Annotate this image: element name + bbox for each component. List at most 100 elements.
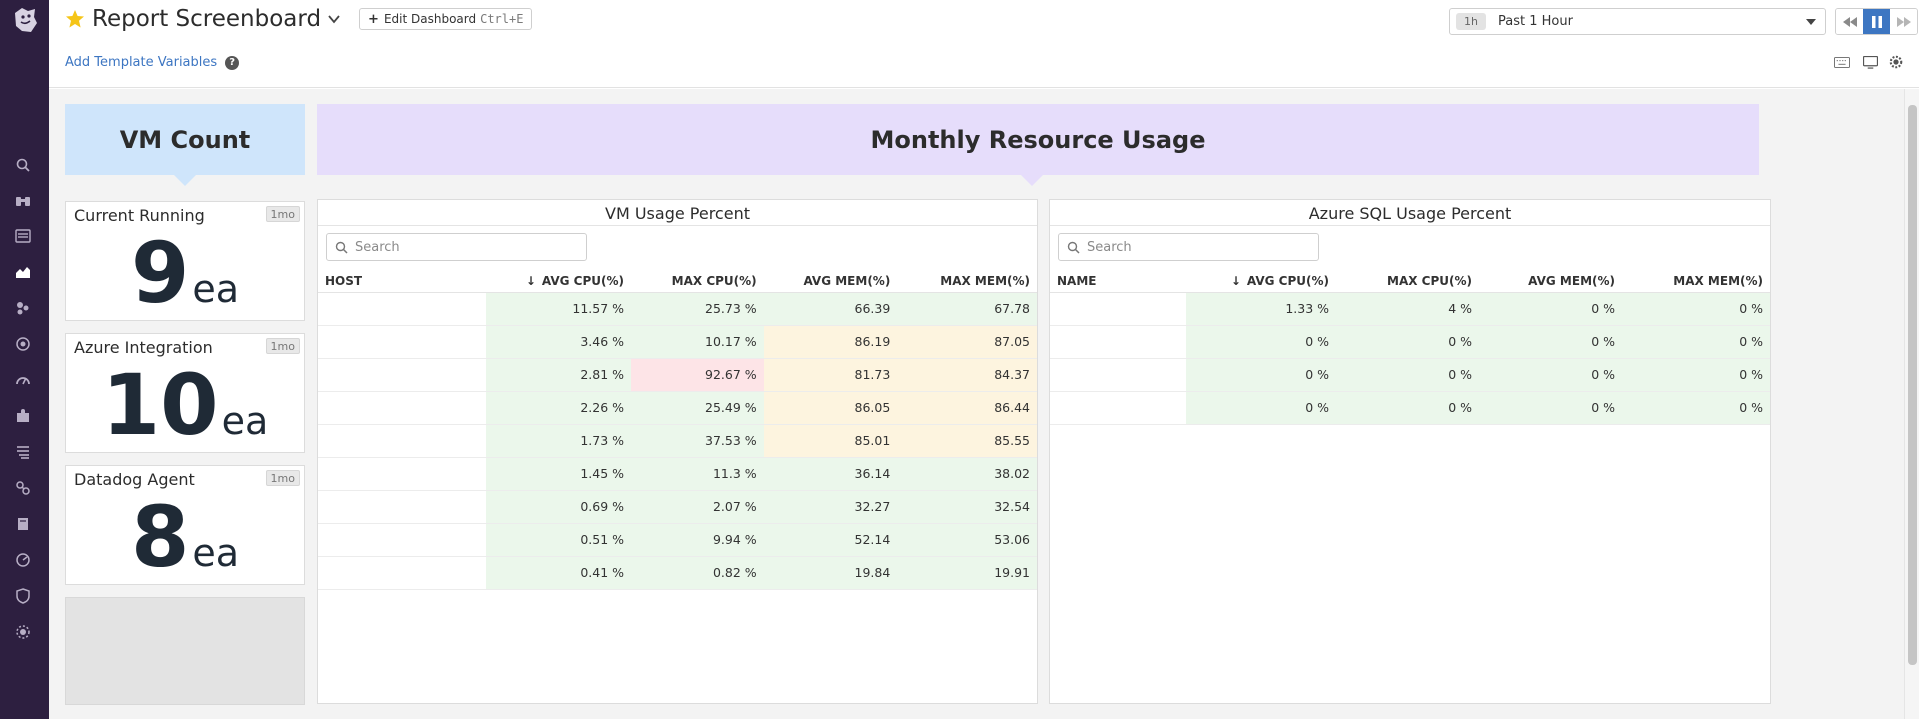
divider — [318, 225, 1037, 226]
table-cell: 67.78 — [897, 292, 1037, 326]
table-cell-name — [1050, 292, 1186, 326]
table-cell: 0 % — [1186, 325, 1336, 359]
dashboard-title[interactable]: Report Screenboard — [92, 6, 321, 32]
table-row[interactable]: 0 % 0 % 0 % 0 % — [1050, 358, 1770, 392]
table-row[interactable]: 11.57 % 25.73 % 66.39 67.78 — [318, 292, 1037, 326]
table-row[interactable]: 2.81 % 92.67 % 81.73 84.37 — [318, 358, 1037, 392]
dashboards-icon[interactable] — [13, 263, 33, 281]
vm-count-note: VM Count — [65, 104, 305, 175]
widget-title: Current Running — [74, 206, 205, 225]
column-header[interactable]: MAX CPU(%) — [631, 270, 764, 293]
table-row[interactable]: 3.46 % 10.17 % 86.19 87.05 — [318, 325, 1037, 359]
table-cell-name — [318, 358, 487, 392]
vertical-scrollbar[interactable] — [1904, 89, 1919, 719]
query-value-datadog-agent[interactable]: Datadog Agent 1mo 8 ea — [65, 465, 305, 585]
table-cell: 0.69 % — [486, 490, 632, 524]
table-row[interactable]: 0.41 % 0.82 % 19.84 19.91 — [318, 556, 1037, 590]
rewind-button[interactable] — [1836, 9, 1863, 34]
apm-gauge-icon[interactable] — [13, 371, 33, 389]
logs-icon[interactable] — [13, 443, 33, 461]
table-row[interactable]: 0 % 0 % 0 % 0 % — [1050, 325, 1770, 359]
search-icon[interactable] — [13, 156, 33, 174]
table-cell: 32.27 — [763, 490, 898, 524]
table-cell: 0 % — [1336, 391, 1479, 425]
synthetics-icon[interactable] — [13, 551, 33, 569]
column-header[interactable]: NAME — [1050, 270, 1186, 293]
add-template-variables-link[interactable]: Add Template Variables ? — [65, 55, 240, 70]
edit-dashboard-label: Edit Dashboard — [383, 12, 477, 26]
time-range-picker[interactable]: 1h Past 1 Hour — [1449, 8, 1826, 35]
column-header[interactable]: MAX MEM(%) — [1622, 270, 1770, 293]
edit-dashboard-button[interactable]: + Edit Dashboard Ctrl+E — [359, 8, 533, 30]
table-cell: 37.53 % — [631, 424, 764, 458]
column-header[interactable]: HOST — [318, 270, 487, 293]
table-cell: 0 % — [1622, 391, 1770, 425]
integrations-puzzle-icon[interactable] — [13, 407, 33, 425]
table-cell: 0.41 % — [486, 556, 632, 590]
table-row[interactable]: 0.69 % 2.07 % 32.27 32.54 — [318, 490, 1037, 524]
sql-usage-table-widget[interactable]: Azure SQL Usage Percent Search NAME ↓ AVG… — [1049, 199, 1771, 704]
plus-icon: + — [368, 11, 379, 27]
column-header[interactable]: MAX MEM(%) — [897, 270, 1037, 293]
vm-usage-table-widget[interactable]: VM Usage Percent Search HOST ↓ AVG CPU(%)… — [317, 199, 1038, 704]
note-pointer — [174, 175, 196, 186]
table-cell: 86.44 — [897, 391, 1037, 425]
column-header-sorted[interactable]: ↓ AVG CPU(%) — [1186, 270, 1336, 293]
query-value-azure-integration[interactable]: Azure Integration 1mo 10 ea — [65, 333, 305, 453]
time-range-label: Past 1 Hour — [1497, 14, 1573, 29]
table-cell: 11.3 % — [631, 457, 764, 491]
search-input[interactable]: Search — [326, 233, 587, 261]
table-cell: 11.57 % — [486, 292, 632, 326]
infrastructure-icon[interactable] — [13, 299, 33, 317]
column-header[interactable]: AVG MEM(%) — [1479, 270, 1622, 293]
table-row[interactable]: 1.45 % 11.3 % 36.14 38.02 — [318, 457, 1037, 491]
playback-controls — [1835, 8, 1918, 35]
value-unit: ea — [192, 531, 240, 575]
table-cell: 0 % — [1336, 325, 1479, 359]
help-icon[interactable]: ? — [225, 55, 240, 70]
query-value-current-running[interactable]: Current Running 1mo 9 ea — [65, 201, 305, 321]
fast-forward-button[interactable] — [1890, 9, 1917, 34]
sql-usage-table: NAME ↓ AVG CPU(%) MAX CPU(%) AVG MEM(%) M… — [1050, 270, 1770, 425]
table-cell-name — [1050, 358, 1186, 392]
table-row[interactable]: 1.33 % 4 % 0 % 0 % — [1050, 292, 1770, 326]
link-icon[interactable] — [13, 479, 33, 497]
table-row[interactable]: 0 % 0 % 0 % 0 % — [1050, 391, 1770, 425]
monitors-icon[interactable] — [13, 335, 33, 353]
chevron-down-icon[interactable] — [327, 12, 341, 26]
column-header-sorted[interactable]: ↓ AVG CPU(%) — [486, 270, 632, 293]
settings-gear-icon[interactable] — [13, 623, 33, 641]
keyboard-icon[interactable] — [1833, 54, 1851, 70]
query-value: 10 ea — [66, 360, 304, 450]
table-cell-name — [1050, 325, 1186, 359]
favorite-star-icon[interactable] — [65, 9, 85, 29]
binoculars-icon[interactable] — [13, 191, 33, 209]
value-unit: ea — [192, 267, 240, 311]
pause-button[interactable] — [1863, 9, 1890, 34]
table-cell: 19.91 — [897, 556, 1037, 590]
dashboard-list-icon[interactable] — [13, 227, 33, 245]
scroll-thumb[interactable] — [1908, 105, 1917, 665]
table-cell: 0 % — [1479, 292, 1622, 326]
table-row[interactable]: 2.26 % 25.49 % 86.05 86.44 — [318, 391, 1037, 425]
table-cell-name — [318, 523, 487, 557]
dropdown-caret-icon[interactable] — [1806, 18, 1816, 25]
table-cell: 25.49 % — [631, 391, 764, 425]
settings-cog-icon[interactable] — [1887, 54, 1905, 70]
table-cell: 86.19 — [763, 325, 898, 359]
table-cell: 0 % — [1622, 325, 1770, 359]
datadog-logo-icon[interactable] — [10, 5, 40, 35]
table-row[interactable]: 1.73 % 37.53 % 85.01 85.55 — [318, 424, 1037, 458]
table-row[interactable]: 0.51 % 9.94 % 52.14 53.06 — [318, 523, 1037, 557]
tv-mode-icon[interactable] — [1861, 54, 1879, 70]
column-header[interactable]: AVG MEM(%) — [763, 270, 898, 293]
column-header[interactable]: MAX CPU(%) — [1336, 270, 1479, 293]
table-cell: 84.37 — [897, 358, 1037, 392]
security-shield-icon[interactable] — [13, 587, 33, 605]
empty-widget[interactable] — [65, 597, 305, 705]
search-input[interactable]: Search — [1058, 233, 1319, 261]
notebook-icon[interactable] — [13, 515, 33, 533]
table-cell-name — [318, 490, 487, 524]
table-cell: 0 % — [1336, 358, 1479, 392]
table-cell: 86.05 — [763, 391, 898, 425]
